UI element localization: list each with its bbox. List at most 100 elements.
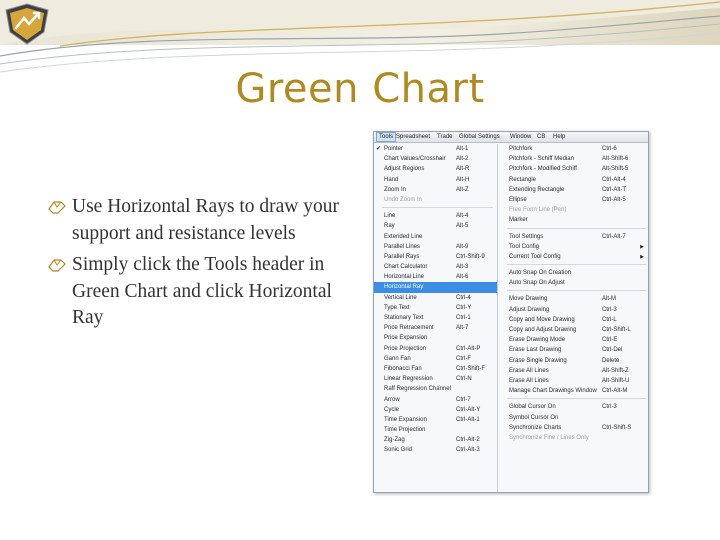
menu-item-erase-single-drawing[interactable]: Erase Single Drawing Delete bbox=[499, 356, 648, 366]
menu-item-label: Type Text bbox=[384, 304, 410, 311]
menu-help[interactable]: Help bbox=[553, 134, 565, 140]
menu-item-time-projection[interactable]: Time Projection bbox=[374, 425, 497, 435]
menu-item-hand[interactable]: Hand Alt-H bbox=[374, 175, 497, 185]
menu-item-global-cursor-on[interactable]: Global Cursor On Ctrl-3 bbox=[499, 402, 648, 412]
menu-item-cycle[interactable]: Cycle Ctrl-Alt-Y bbox=[374, 405, 497, 415]
menu-item-label: Parallel Lines bbox=[384, 243, 421, 250]
menu-item-marker[interactable]: Marker bbox=[499, 215, 648, 225]
menu-item-shortcut: Ctrl-E bbox=[602, 337, 618, 344]
menu-item-ray[interactable]: Ray Alt-5 bbox=[374, 221, 497, 231]
menu-item-horizontal-ray[interactable]: Horizontal Ray bbox=[374, 282, 497, 293]
menu-item-adjust-drawing[interactable]: Adjust Drawing Ctrl-3 bbox=[499, 305, 648, 315]
menu-trade[interactable]: Trade bbox=[437, 134, 452, 140]
menu-item-extended-line[interactable]: Extended Line bbox=[374, 232, 497, 242]
menu-item-label: Zig-Zag bbox=[384, 437, 405, 444]
menu-item-move-drawing[interactable]: Move Drawing Alt-M bbox=[499, 294, 648, 304]
menu-item-price-projection[interactable]: Price Projection Ctrl-Alt-P bbox=[374, 344, 497, 354]
menu-item-manage-chart-drawings-window[interactable]: Manage Chart Drawings Window Ctrl-Alt-M bbox=[499, 386, 648, 396]
menu-item-label: Gann Fan bbox=[384, 355, 411, 362]
menu-cb[interactable]: CB bbox=[537, 134, 545, 140]
menu-item-label: Global Cursor On bbox=[509, 404, 556, 411]
menu-spreadsheet[interactable]: Spreadsheet bbox=[396, 134, 430, 140]
menu-item-undo-zoom-in[interactable]: Undo Zoom In bbox=[374, 195, 497, 205]
menu-item-rectangle[interactable]: Rectangle Ctrl-Alt-4 bbox=[499, 175, 648, 185]
menu-item-erase-drawing-mode[interactable]: Erase Drawing Mode Ctrl-E bbox=[499, 335, 648, 345]
menu-item-label: Manage Chart Drawings Window bbox=[509, 388, 597, 395]
menu-item-symbol-cursor-on[interactable]: Symbol Cursor On bbox=[499, 413, 648, 423]
menu-item-shortcut: Ctrl-N bbox=[456, 376, 472, 383]
menu-global-settings[interactable]: Global Settings bbox=[459, 134, 500, 140]
menu-item-shortcut: Alt-3 bbox=[456, 264, 469, 271]
menu-item-shortcut: Ctrl-L bbox=[602, 316, 617, 323]
menu-item-erase-all-lines[interactable]: Erase All Lines Alt-Shift-U bbox=[499, 376, 648, 386]
menu-item-label: Pitchfork - Modified Schiff bbox=[509, 166, 577, 173]
menu-item-pitchfork-modified-schiff[interactable]: Pitchfork - Modified Schiff Alt-Shift-5 bbox=[499, 164, 648, 174]
menu-item-vertical-line[interactable]: Vertical Line Ctrl-4 bbox=[374, 293, 497, 303]
menu-item-adjust-regions[interactable]: Adjust Regions Alt-R bbox=[374, 164, 497, 174]
menu-item-ellipse[interactable]: Ellipse Ctrl-Alt-5 bbox=[499, 195, 648, 205]
menu-item-shortcut: Ctrl-Shift-F bbox=[456, 365, 485, 372]
menu-item-shortcut: Ctrl-Alt-P bbox=[456, 345, 481, 352]
menu-item-linear-regression[interactable]: Linear Regression Ctrl-N bbox=[374, 374, 497, 384]
menu-item-price-expansion[interactable]: Price Expansion bbox=[374, 333, 497, 343]
menu-item-zoom-in[interactable]: Zoom In Alt-Z bbox=[374, 185, 497, 195]
menu-item-current-tool-config[interactable]: Current Tool Config ▶ bbox=[499, 252, 648, 262]
menu-item-auto-snap-on-creation[interactable]: Auto Snap On Creation bbox=[499, 268, 648, 278]
menu-tools[interactable]: Tools bbox=[376, 132, 397, 142]
bullet-text: Simply click the Tools header in Green C… bbox=[72, 254, 332, 328]
menu-item-extending-rectangle[interactable]: Extending Rectangle Ctrl-Alt-T bbox=[499, 185, 648, 195]
menu-item-arrow[interactable]: Arrow Ctrl-7 bbox=[374, 395, 497, 405]
menu-item-stationary-text[interactable]: Stationary Text Ctrl-1 bbox=[374, 313, 497, 323]
menu-item-chart-values-crosshair[interactable]: Chart Values/Crosshair Alt-2 bbox=[374, 154, 497, 164]
menu-item-label: Tool Settings bbox=[509, 233, 544, 240]
menu-item-parallel-lines[interactable]: Parallel Lines Alt-9 bbox=[374, 242, 497, 252]
submenu-arrow-icon: ▶ bbox=[640, 253, 644, 260]
bullet-icon bbox=[48, 201, 66, 214]
menu-item-label: Price Projection bbox=[384, 345, 427, 352]
menu-item-zig-zag[interactable]: Zig-Zag Ctrl-Alt-2 bbox=[374, 435, 497, 445]
menu-item-price-retracement[interactable]: Price Retracement Alt-7 bbox=[374, 323, 497, 333]
menu-item-pointer[interactable]: ✔ Pointer Alt-1 bbox=[374, 144, 497, 154]
menu-item-copy-and-adjust-drawing[interactable]: Copy and Adjust Drawing Ctrl-Shift-L bbox=[499, 325, 648, 335]
menu-window[interactable]: Window bbox=[510, 134, 531, 140]
slide-title: Green Chart bbox=[235, 66, 485, 112]
menu-item-label: Extended Line bbox=[384, 233, 423, 240]
menu-item-label: Synchronize Fine / Lines Only bbox=[509, 434, 589, 441]
menu-item-synchronize-fine-lines-only[interactable]: Synchronize Fine / Lines Only bbox=[499, 433, 648, 443]
menu-item-label: Linear Regression bbox=[384, 376, 433, 383]
menu-item-shortcut: Delete bbox=[602, 357, 620, 364]
menu-item-tool-settings[interactable]: Tool Settings Ctrl-Alt-7 bbox=[499, 232, 648, 242]
menu-item-parallel-rays[interactable]: Parallel Rays Ctrl-Shift-9 bbox=[374, 252, 497, 262]
menu-item-synchronize-charts[interactable]: Synchronize Charts Ctrl-Shift-S bbox=[499, 423, 648, 433]
menu-item-label: Adjust Drawing bbox=[509, 306, 550, 313]
menu-item-auto-snap-on-adjust[interactable]: Auto Snap On Adjust bbox=[499, 278, 648, 288]
logo-icon bbox=[5, 3, 49, 45]
menu-item-tool-config[interactable]: Tool Config ▶ bbox=[499, 242, 648, 252]
menu-item-label: Ellipse bbox=[509, 196, 527, 203]
menu-item-gann-fan[interactable]: Gann Fan Ctrl-F bbox=[374, 354, 497, 364]
menu-item-time-expansion[interactable]: Time Expansion Ctrl-Alt-1 bbox=[374, 415, 497, 425]
menu-item-line[interactable]: Line Alt-4 bbox=[374, 211, 497, 221]
menu-item-label: Erase All Lines bbox=[509, 367, 549, 374]
menu-item-chart-calculator[interactable]: Chart Calculator Alt-3 bbox=[374, 262, 497, 272]
bullet-list: Use Horizontal Rays to draw your support… bbox=[46, 194, 346, 337]
menu-item-shortcut: Ctrl-F bbox=[456, 355, 471, 362]
menu-item-shortcut: Ctrl-Alt-4 bbox=[602, 176, 626, 183]
menu-item-label: Price Retracement bbox=[384, 325, 434, 332]
menu-item-fibonacci-fan[interactable]: Fibonacci Fan Ctrl-Shift-F bbox=[374, 364, 497, 374]
menu-item-erase-last-drawing[interactable]: Erase Last Drawing Ctrl-Del bbox=[499, 345, 648, 355]
menu-item-label: Stationary Text bbox=[384, 315, 424, 321]
menu-item-pitchfork[interactable]: Pitchfork Ctrl-6 bbox=[499, 144, 648, 154]
menu-item-pitchfork-schiff-median[interactable]: Pitchfork - Schiff Median Alt-Shift-6 bbox=[499, 154, 648, 164]
menu-item-label: Chart Values/Crosshair bbox=[384, 156, 446, 163]
menu-item-erase-all-lines[interactable]: Erase All Lines Alt-Shift-Z bbox=[499, 366, 648, 376]
menu-item-raff-regression-channel[interactable]: Raff Regression Channel bbox=[374, 384, 497, 394]
menu-item-sonic-grid[interactable]: Sonic Grid Ctrl-Alt-3 bbox=[374, 445, 497, 455]
menu-item-label: Auto Snap On Adjust bbox=[509, 280, 565, 287]
menu-item-copy-and-move-drawing[interactable]: Copy and Move Drawing Ctrl-L bbox=[499, 315, 648, 325]
menu-item-free-form-line-pen[interactable]: Free Form Line (Pen) bbox=[499, 205, 648, 215]
menu-item-shortcut: Alt-M bbox=[602, 296, 616, 303]
menu-item-horizontal-line[interactable]: Horizontal Line Alt-6 bbox=[374, 272, 497, 282]
menu-item-type-text[interactable]: Type Text Ctrl-Y bbox=[374, 303, 497, 313]
menu-item-label: Synchronize Charts bbox=[509, 424, 562, 431]
